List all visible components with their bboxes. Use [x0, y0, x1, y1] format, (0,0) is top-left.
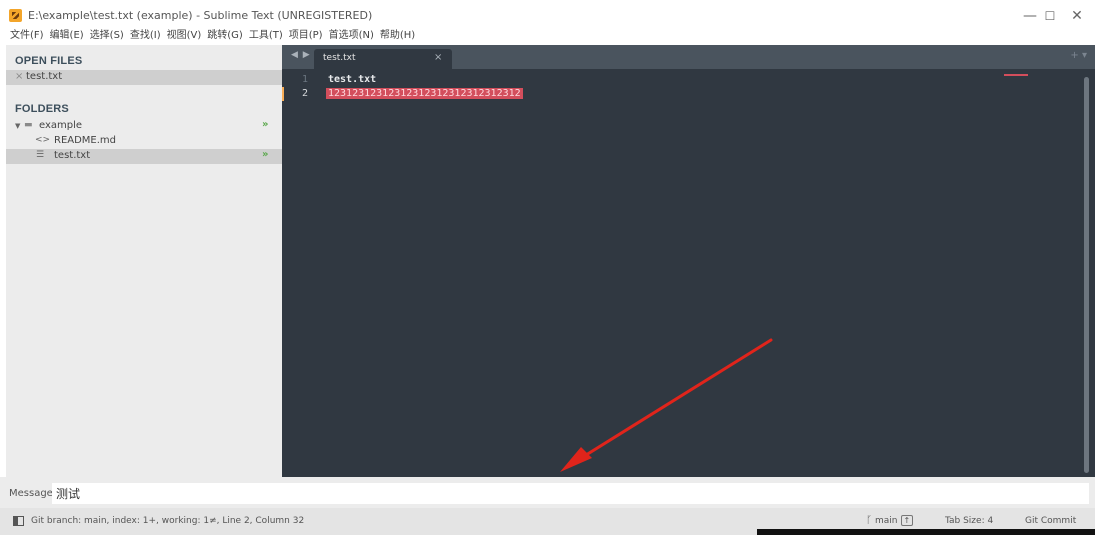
tab-close-icon[interactable]: × — [434, 52, 442, 63]
tab-bar: ◀ ▶ test.txt × + ▾ — [282, 45, 1095, 69]
line-number: 1 — [301, 74, 308, 85]
text-file-icon: ☰ — [36, 150, 45, 160]
menu-bar: 文件(F) 编辑(E) 选择(S) 查找(I) 视图(V) 跳转(G) 工具(T) 项目(P)… — [0, 28, 1095, 44]
open-file-label: test.txt — [26, 71, 63, 82]
open-file-item[interactable]: × test.txt — [6, 70, 282, 85]
file-item-readme[interactable]: <> README.md — [6, 134, 282, 149]
menu-edit[interactable]: 编辑(E) — [47, 28, 87, 43]
menu-preferences[interactable]: 首选项(N) — [326, 28, 377, 43]
menu-file[interactable]: 文件(F) — [0, 28, 47, 43]
menu-project[interactable]: 项目(P) — [286, 28, 326, 43]
menu-help[interactable]: 帮助(H) — [377, 28, 418, 43]
screen-edge-bar — [757, 529, 1095, 535]
minimap-marker — [1004, 74, 1028, 76]
branch-counter-badge: ↑ — [900, 515, 914, 526]
git-modified-icon: » — [262, 149, 269, 160]
commit-message-input[interactable] — [52, 483, 1089, 504]
tab-nav-arrows-icon[interactable]: ◀ ▶ — [291, 50, 311, 60]
status-text: Git branch: main, index: 1+, working: 1≠… — [31, 516, 305, 526]
annotation-arrow-icon — [560, 338, 773, 472]
current-line-marker — [282, 87, 284, 101]
code-line[interactable]: test.txt — [328, 74, 376, 85]
tab-test-txt[interactable]: test.txt × — [314, 49, 452, 69]
sublime-logo-icon — [9, 9, 22, 22]
message-bar: Message — [0, 477, 1095, 508]
folder-label: example — [39, 120, 83, 131]
close-button[interactable]: ✕ — [1062, 6, 1092, 26]
arrow-shaft — [576, 338, 773, 462]
tab-size-button[interactable]: Tab Size: 4 — [945, 516, 993, 526]
title-bar: E:\example\test.txt (example) - Sublime … — [0, 0, 1095, 30]
sidebar: OPEN FILES × test.txt FOLDERS ▼ ▬ exampl… — [6, 45, 282, 477]
folders-header: FOLDERS — [15, 103, 69, 115]
git-branch-status[interactable]: ᚴ main ↑ — [866, 515, 914, 526]
git-modified-icon: » — [262, 119, 269, 130]
branch-name: main — [875, 516, 898, 526]
git-branch-icon: ᚴ — [866, 515, 872, 526]
message-label: Message — [9, 488, 53, 499]
expand-arrow-icon[interactable]: ▼ — [15, 122, 20, 130]
window-title: E:\example\test.txt (example) - Sublime … — [28, 9, 373, 22]
code-file-icon: <> — [35, 135, 51, 145]
menu-view[interactable]: 视图(V) — [164, 28, 205, 43]
folder-item-example[interactable]: ▼ ▬ example » — [6, 119, 282, 134]
file-label: README.md — [54, 135, 117, 146]
arrow-head — [560, 447, 592, 472]
close-file-icon[interactable]: × — [15, 71, 23, 82]
line-number-current: 2 — [301, 88, 308, 99]
menu-find[interactable]: 查找(I) — [127, 28, 164, 43]
folder-icon: ▬ — [24, 120, 33, 130]
menu-tools[interactable]: 工具(T) — [246, 28, 286, 43]
file-label: test.txt — [54, 150, 91, 161]
line-gutter: 1 2 — [282, 69, 322, 477]
maximize-button[interactable]: ☐ — [1035, 6, 1065, 26]
sidebar-toggle-icon[interactable] — [13, 516, 24, 526]
menu-selection[interactable]: 选择(S) — [87, 28, 127, 43]
tab-label: test.txt — [323, 53, 356, 63]
menu-goto[interactable]: 跳转(G) — [204, 28, 246, 43]
open-files-header: OPEN FILES — [15, 55, 83, 67]
git-commit-button[interactable]: Git Commit — [1025, 516, 1076, 526]
code-line-highlighted[interactable]: 12312312312312312312312312312312 — [326, 88, 523, 99]
vertical-scrollbar[interactable] — [1084, 77, 1089, 473]
file-item-test[interactable]: ☰ test.txt » — [6, 149, 282, 164]
new-tab-menu-icon[interactable]: + ▾ — [1070, 50, 1087, 61]
